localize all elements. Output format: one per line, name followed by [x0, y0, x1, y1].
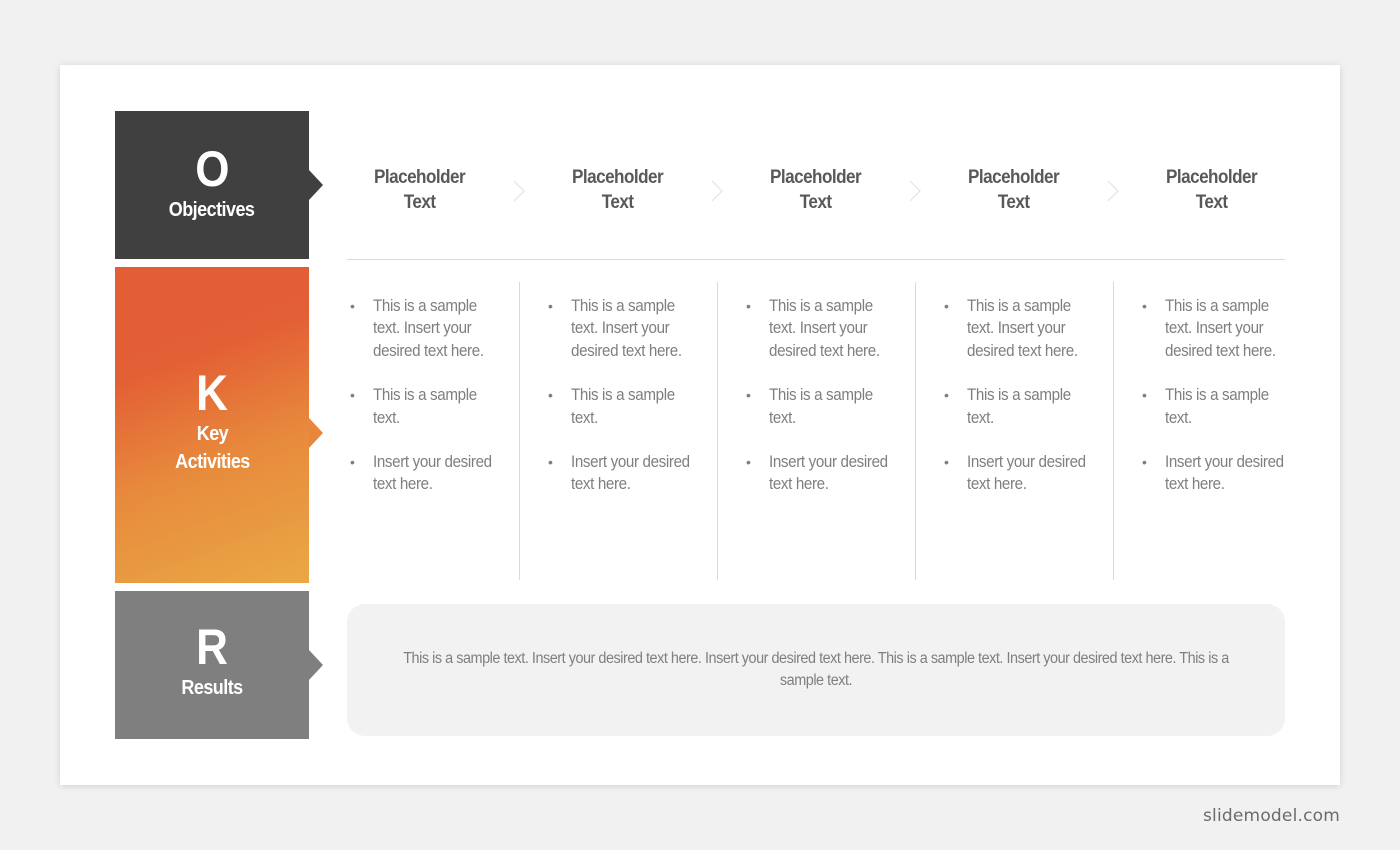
bullet-item: This is a sample text. Insert your desir… [1140, 295, 1290, 362]
objective-heading-line2: Text [800, 192, 832, 213]
bullet-item: Insert your desired text here. [942, 451, 1092, 496]
objective-heading-line1: Placeholder [1166, 167, 1258, 188]
arrow-right-icon [309, 418, 323, 448]
objective-heading-line2: Text [602, 192, 634, 213]
activity-column: This is a sample text. Insert your desir… [942, 295, 1092, 518]
objective-heading: Placeholder Text [915, 165, 1113, 215]
column-divider [519, 282, 520, 580]
bullet-text: Insert your desired text here. [373, 453, 492, 494]
objectives-label: Objectives [169, 199, 255, 221]
objective-heading: Placeholder Text [519, 165, 717, 215]
objective-heading: Placeholder Text [321, 165, 519, 215]
results-box: This is a sample text. Insert your desir… [347, 604, 1285, 736]
slide: O Objectives K Key Activities R Results … [60, 65, 1340, 785]
bullet-text: Insert your desired text here. [769, 453, 888, 494]
objectives-letter: O [195, 141, 229, 197]
objective-heading-line1: Placeholder [968, 167, 1060, 188]
objectives-block: O Objectives [115, 111, 323, 259]
objective-heading-line1: Placeholder [374, 167, 466, 188]
objective-heading-line1: Placeholder [572, 167, 664, 188]
bullet-text: This is a sample text. Insert your desir… [769, 297, 880, 360]
objectives-row: Placeholder Text Placeholder Text Placeh… [321, 165, 1311, 217]
objective-heading-line2: Text [404, 192, 436, 213]
bullet-item: This is a sample text. [546, 384, 696, 429]
bullet-item: This is a sample text. Insert your desir… [942, 295, 1092, 362]
bullet-list: This is a sample text. Insert your desir… [1140, 295, 1290, 496]
bullet-text: This is a sample text. Insert your desir… [571, 297, 682, 360]
bullet-item: Insert your desired text here. [1140, 451, 1290, 496]
bullet-text: This is a sample text. Insert your desir… [373, 297, 484, 360]
column-divider [1113, 282, 1114, 580]
bullet-item: Insert your desired text here. [546, 451, 696, 496]
arrow-right-icon [309, 650, 323, 680]
bullet-text: Insert your desired text here. [1165, 453, 1284, 494]
bullet-item: This is a sample text. [348, 384, 498, 429]
column-divider [717, 282, 718, 580]
bullet-text: This is a sample text. [571, 386, 675, 427]
results-text: This is a sample text. Insert your desir… [403, 650, 1229, 689]
bullet-text: This is a sample text. [769, 386, 873, 427]
activity-column: This is a sample text. Insert your desir… [1140, 295, 1290, 518]
key-activities-label-line2: Activities [174, 451, 250, 473]
bullet-text: This is a sample text. [967, 386, 1071, 427]
bullet-item: This is a sample text. Insert your desir… [546, 295, 696, 362]
bullet-text: This is a sample text. [1165, 386, 1269, 427]
results-letter: R [196, 619, 229, 675]
objective-heading-line2: Text [1196, 192, 1228, 213]
bullet-item: Insert your desired text here. [348, 451, 498, 496]
bullet-text: Insert your desired text here. [571, 453, 690, 494]
bullet-text: This is a sample text. Insert your desir… [967, 297, 1078, 360]
bullet-item: Insert your desired text here. [744, 451, 894, 496]
column-divider [915, 282, 916, 580]
objective-heading: Placeholder Text [1113, 165, 1311, 215]
bullet-text: This is a sample text. [373, 386, 477, 427]
objective-heading-line1: Placeholder [770, 167, 862, 188]
bullet-item: This is a sample text. [942, 384, 1092, 429]
bullet-item: This is a sample text. [1140, 384, 1290, 429]
results-label: Results [181, 677, 243, 699]
bullet-item: This is a sample text. Insert your desir… [744, 295, 894, 362]
key-activities-block: K Key Activities [115, 267, 323, 583]
horizontal-divider [347, 259, 1285, 260]
key-activities-letter: K [196, 365, 229, 421]
bullet-list: This is a sample text. Insert your desir… [546, 295, 696, 496]
bullet-text: Insert your desired text here. [967, 453, 1086, 494]
watermark: slidemodel.com [1203, 806, 1340, 826]
bullet-list: This is a sample text. Insert your desir… [348, 295, 498, 496]
objective-heading-line2: Text [998, 192, 1030, 213]
bullet-list: This is a sample text. Insert your desir… [744, 295, 894, 496]
key-activities-label-line1: Key [196, 423, 228, 445]
bullet-item: This is a sample text. Insert your desir… [348, 295, 498, 362]
objective-heading: Placeholder Text [717, 165, 915, 215]
activity-column: This is a sample text. Insert your desir… [348, 295, 498, 518]
bullet-list: This is a sample text. Insert your desir… [942, 295, 1092, 496]
bullet-text: This is a sample text. Insert your desir… [1165, 297, 1276, 360]
results-block: R Results [115, 591, 323, 739]
activity-column: This is a sample text. Insert your desir… [546, 295, 696, 518]
activity-column: This is a sample text. Insert your desir… [744, 295, 894, 518]
bullet-item: This is a sample text. [744, 384, 894, 429]
